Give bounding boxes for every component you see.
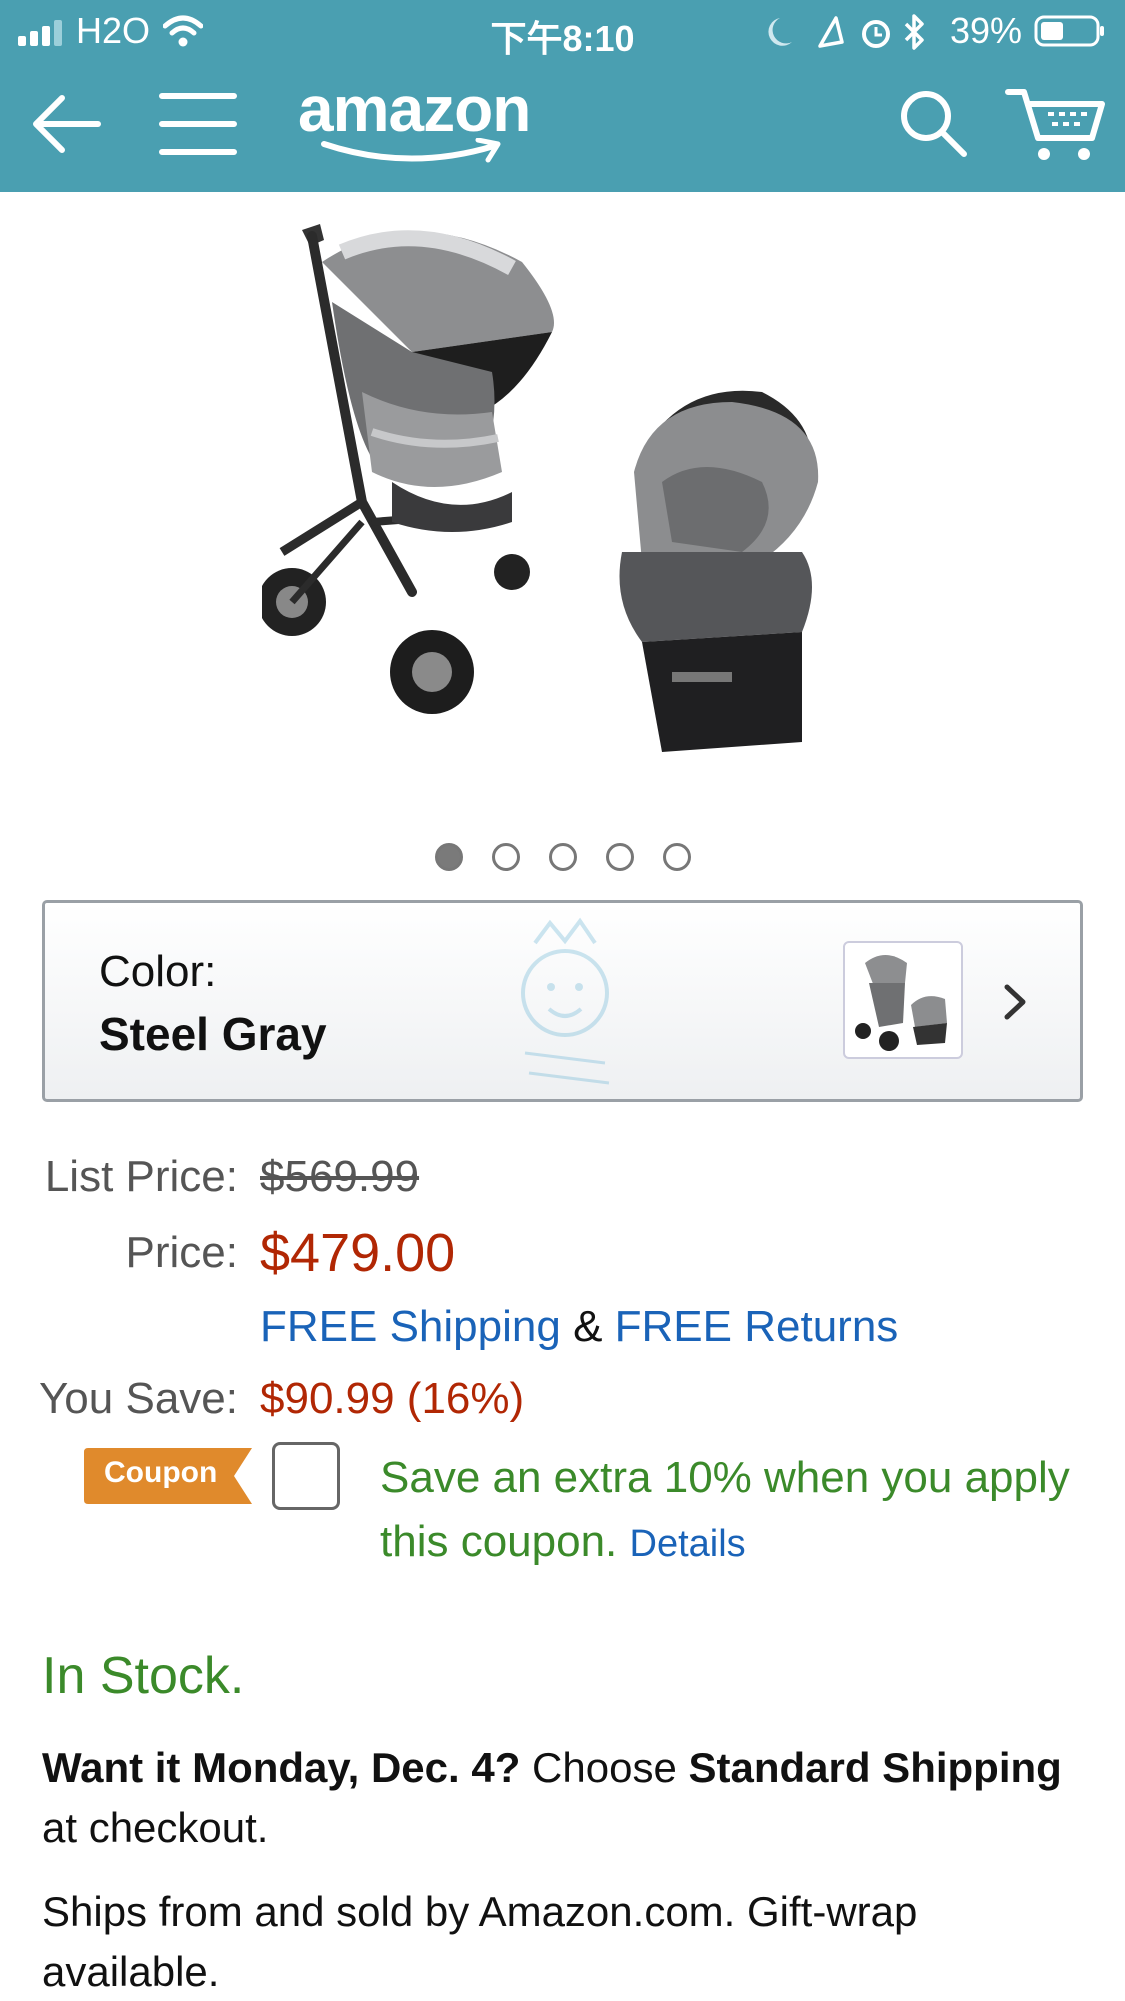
battery-percent: 39% xyxy=(950,10,1023,51)
color-swatch-thumbnail xyxy=(843,941,963,1059)
menu-button[interactable] xyxy=(158,84,238,164)
pagination-dot-1[interactable] xyxy=(435,843,463,871)
coupon-checkbox[interactable] xyxy=(272,1442,340,1510)
back-arrow-icon xyxy=(33,95,101,153)
list-price-value: $569.99 xyxy=(260,1152,420,1201)
color-label: Color: xyxy=(99,947,217,996)
free-returns-link[interactable]: FREE Returns xyxy=(615,1302,899,1351)
coupon-tag-label: Coupon xyxy=(104,1456,218,1489)
coupon-message: Save an extra 10% when you apply this co… xyxy=(380,1446,1080,1576)
delivery-date: Want it Monday, Dec. 4? xyxy=(42,1744,521,1791)
delivery-estimate: Want it Monday, Dec. 4? Choose Standard … xyxy=(42,1738,1102,1858)
amazon-logo[interactable]: amazon xyxy=(298,72,558,182)
cart-button[interactable] xyxy=(1004,82,1108,166)
back-button[interactable] xyxy=(28,84,108,164)
coupon-details-link[interactable]: Details xyxy=(630,1523,746,1565)
image-pagination xyxy=(0,838,1125,874)
baby-kingdom-watermark-icon xyxy=(521,917,610,1085)
delivery-suffix: at checkout. xyxy=(42,1804,269,1851)
navigation-bar: amazon xyxy=(0,62,1125,192)
delivery-method: Standard Shipping xyxy=(688,1744,1062,1791)
pagination-dot-4[interactable] xyxy=(606,843,634,871)
pagination-dot-5[interactable] xyxy=(663,843,691,871)
price-label: Price: xyxy=(125,1228,238,1277)
app-header: H2O 下午8:10 39% amazon xyxy=(0,0,1125,192)
price-value: $479.00 xyxy=(260,1223,456,1283)
product-image[interactable] xyxy=(262,222,862,782)
smile-arrow-icon xyxy=(321,138,501,163)
seller-info: Ships from and sold by Amazon.com. Gift-… xyxy=(42,1888,918,1995)
list-price-label: List Price: xyxy=(44,1152,238,1201)
pagination-dot-2[interactable] xyxy=(492,843,520,871)
menu-icon xyxy=(159,93,237,155)
shipping-returns-line: FREE Shipping & FREE Returns xyxy=(260,1302,898,1352)
logo-wordmark: amazon xyxy=(298,73,531,145)
chevron-right-icon xyxy=(1004,984,1026,1020)
color-selector[interactable]: Color: Steel Gray xyxy=(42,900,1083,1102)
cart-icon xyxy=(1005,89,1105,160)
status-bar: H2O 下午8:10 39% xyxy=(0,0,1125,62)
pagination-dot-3[interactable] xyxy=(549,843,577,871)
color-value: Steel Gray xyxy=(99,1008,327,1060)
search-button[interactable] xyxy=(896,86,970,160)
search-icon xyxy=(901,91,967,157)
you-save-value: $90.99 (16%) xyxy=(260,1374,525,1423)
ampersand: & xyxy=(573,1302,603,1351)
status-indicator-icons xyxy=(768,14,924,50)
you-save-label: You Save: xyxy=(39,1374,238,1423)
battery-icon xyxy=(1034,15,1104,47)
delivery-choose: Choose xyxy=(532,1744,677,1791)
stock-status: In Stock. xyxy=(42,1647,245,1705)
free-shipping-link[interactable]: FREE Shipping xyxy=(260,1302,561,1351)
